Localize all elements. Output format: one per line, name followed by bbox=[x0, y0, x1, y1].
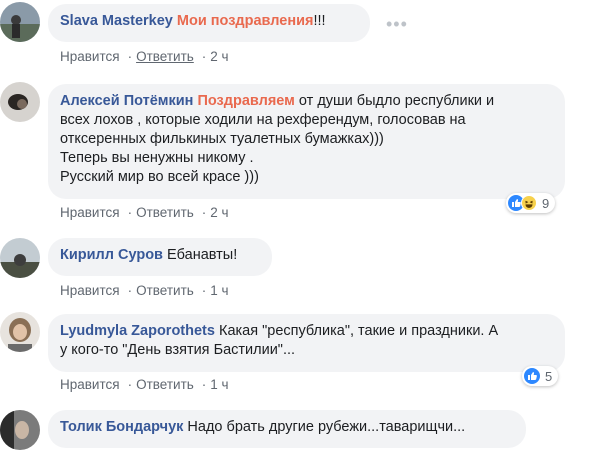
comment-author[interactable]: Slava Masterkey bbox=[60, 13, 173, 29]
comment-time[interactable]: 1 ч bbox=[210, 283, 228, 298]
like-link[interactable]: Нравится bbox=[60, 283, 120, 298]
like-link[interactable]: Нравится bbox=[60, 205, 120, 220]
like-reaction-icon bbox=[524, 368, 540, 384]
reactions-summary[interactable]: 9 bbox=[506, 193, 556, 213]
reaction-count: 5 bbox=[545, 368, 553, 384]
avatar[interactable] bbox=[0, 2, 40, 42]
reaction-count: 9 bbox=[542, 195, 550, 211]
like-link[interactable]: Нравится bbox=[60, 49, 120, 64]
comment-text: Ебанавты! bbox=[167, 247, 238, 263]
comment-author[interactable]: Толик Бондарчук bbox=[60, 419, 183, 435]
comment-highlight: Мои поздравления bbox=[176, 13, 314, 29]
reply-link[interactable]: Ответить bbox=[136, 377, 194, 392]
comment-author[interactable]: Кирилл Суров bbox=[60, 247, 163, 263]
like-link[interactable]: Нравится bbox=[60, 377, 120, 392]
comment-time[interactable]: 2 ч bbox=[210, 49, 228, 64]
comment-author[interactable]: Алексей Потёмкин bbox=[60, 93, 193, 109]
comment-highlight: Поздравляем bbox=[197, 93, 295, 109]
reply-link[interactable]: Ответить bbox=[136, 49, 194, 64]
more-options-icon[interactable]: ••• bbox=[386, 14, 408, 35]
avatar[interactable] bbox=[0, 82, 40, 122]
reply-link[interactable]: Ответить bbox=[136, 283, 194, 298]
comment-text: Надо брать другие рубежи...таварищчи... bbox=[183, 419, 466, 435]
avatar[interactable] bbox=[0, 312, 40, 352]
comment-bubble: Lyudmyla Zaporothets Какая "республика",… bbox=[48, 314, 565, 372]
comment-actions: Нравится · Ответить · 2 ч bbox=[60, 205, 229, 220]
comment-actions: Нравится · Ответить · 2 ч bbox=[60, 49, 229, 64]
comment-author[interactable]: Lyudmyla Zaporothets bbox=[60, 323, 215, 339]
comment-bubble: Алексей Потёмкин Поздравляем от души быд… bbox=[48, 84, 565, 199]
comment-bubble: Кирилл Суров Ебанавты! bbox=[48, 238, 272, 276]
avatar[interactable] bbox=[0, 410, 40, 450]
comment-bubble: Толик Бондарчук Надо брать другие рубежи… bbox=[48, 410, 526, 448]
comment-actions: Нравится · Ответить · 1 ч bbox=[60, 377, 229, 392]
avatar[interactable] bbox=[0, 238, 40, 278]
comment-text: !!! bbox=[313, 13, 326, 29]
comment-time[interactable]: 2 ч bbox=[210, 205, 228, 220]
comment-bubble: Slava Masterkey Мои поздравления!!! bbox=[48, 4, 370, 42]
reactions-summary[interactable]: 5 bbox=[522, 366, 559, 386]
haha-reaction-icon bbox=[521, 195, 537, 211]
reply-link[interactable]: Ответить bbox=[136, 205, 194, 220]
comment-time[interactable]: 1 ч bbox=[210, 377, 228, 392]
comment-actions: Нравится · Ответить · 1 ч bbox=[60, 283, 229, 298]
